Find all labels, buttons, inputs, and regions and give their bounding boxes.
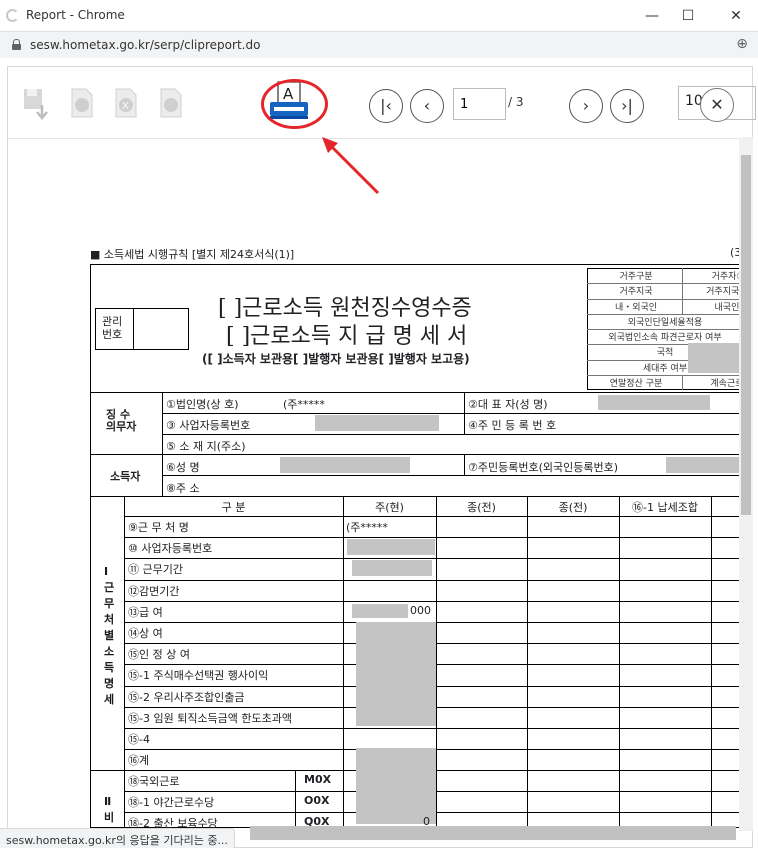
residency-cell: 거주자① / <box>711 272 739 282</box>
pdf-export-icon[interactable] <box>65 87 99 121</box>
status-bar: sesw.hometax.go.kr의 응답을 기다리는 중... <box>0 828 235 848</box>
table-row-label: ⑮-1 주식매수선택권 행사이익 <box>128 669 269 683</box>
close-viewer-button[interactable]: ✕ <box>700 88 734 122</box>
residency-cell: 계속근로① <box>710 378 739 389</box>
earner-name-label: ⑥성 명 <box>166 461 200 474</box>
page-number-input[interactable] <box>453 88 506 120</box>
table-row-label: ⑮-3 임원 퇴직소득금액 한도초과액 <box>128 711 293 725</box>
hwp-export-icon[interactable] <box>154 87 188 121</box>
svg-text:X: X <box>122 101 129 112</box>
salary-value: 000 <box>410 603 431 617</box>
redacted-earner-name <box>280 457 410 473</box>
zoom-icon[interactable]: ⊕ <box>736 36 748 52</box>
address-bar[interactable]: sesw.hometax.go.kr/serp/clipreport.do ⊕ <box>0 32 758 58</box>
redacted-value <box>356 748 436 824</box>
redacted-biz-number <box>315 415 439 431</box>
url-text[interactable]: sesw.hometax.go.kr/serp/clipreport.do <box>30 38 260 52</box>
residency-cell: 거주지국 <box>619 287 653 298</box>
redacted-rep-name <box>598 395 710 410</box>
table-row-label: ⑯계 <box>128 754 150 768</box>
horizontal-scrollbar-thumb[interactable] <box>250 826 736 840</box>
residency-cell: 거주지국코드 <box>706 287 739 298</box>
rep-name-label: ②대 표 자(성 명) <box>468 398 548 411</box>
next-page-button[interactable]: › <box>569 89 603 123</box>
residency-cell: 내・외국인 <box>614 302 658 313</box>
table-header: 주(현) <box>375 501 404 514</box>
redacted-value <box>356 622 436 726</box>
section2-label: Ⅱ 비 <box>104 795 115 824</box>
table-row-label: ⑬급 여 <box>128 605 163 619</box>
row-code: O0X <box>304 794 330 808</box>
earner-address-label: ⑧주 소 <box>166 482 200 495</box>
residency-cell: 외국법인소속 파견근로자 여부 <box>608 333 722 343</box>
lock-icon <box>12 39 21 50</box>
address-label: ⑤ 소 재 지(주소) <box>166 440 246 453</box>
window-titlebar: Report - Chrome — ☐ ✕ <box>0 0 758 32</box>
table-row-label: ⑱-2 출산 보육수당 <box>128 817 218 828</box>
withholder-label: 징 수 의무자 <box>106 408 137 433</box>
rrn-label: ④주 민 등 록 번 호 <box>468 419 557 432</box>
table-row-label: ⑪ 근무기간 <box>128 563 183 577</box>
maximize-button[interactable]: ☐ <box>668 0 708 32</box>
table-row-label: ⑨근 무 처 명 <box>128 521 189 534</box>
residency-cell: 거주구분 <box>619 272 653 282</box>
earner-label: 소득자 <box>110 470 141 483</box>
table-row-label: ⑮-4 <box>128 733 150 746</box>
table-header: 구 분 <box>221 501 246 514</box>
table-row-label: ⑭상 여 <box>128 627 163 640</box>
table-header: 종(전) <box>467 501 496 514</box>
redacted-earner-rrn <box>666 457 739 473</box>
biz-number-label: ③ 사업자등록번호 <box>166 419 251 432</box>
table-row-label: ⑮인 정 상 여 <box>128 648 190 662</box>
excel-export-icon[interactable]: X <box>109 87 143 121</box>
redacted-value <box>352 603 408 618</box>
mgmt-number-label: 관리 번호 <box>102 315 123 341</box>
section1-label: Ⅰ 근 무 처 별 소 득 명 세 <box>104 565 115 706</box>
save-icon[interactable] <box>20 87 54 121</box>
loading-icon <box>6 9 19 22</box>
prev-page-button[interactable]: ‹ <box>410 89 444 123</box>
redacted-value <box>352 560 432 577</box>
earner-rrn-label: ⑦주민등록번호(외국인등록번호) <box>468 461 619 474</box>
tax-document-page: ■ 소득세법 시행규칙 [별지 제24호서식(1)] (3 관리 번호 [ ]근… <box>90 246 739 828</box>
table-row-label: ⑱-1 야간근로수당 <box>128 796 215 810</box>
corp-name-label: ①법인명(상 호) <box>166 398 239 411</box>
close-button[interactable]: ✕ <box>716 0 756 32</box>
table-header: 종(전) <box>558 501 588 514</box>
company-value: (주***** <box>346 521 388 534</box>
table-row-label: ⑩ 사업자등록번호 <box>128 542 213 556</box>
table-row-label: ⑱국외근로 <box>128 775 180 788</box>
residency-cell: 내국인① <box>714 302 739 313</box>
table-header: ⑯-1 납세조합 <box>632 501 698 514</box>
corp-name-value: (주***** <box>283 398 325 411</box>
table-row-label: ⑮-2 우리사주조합인출금 <box>128 690 245 704</box>
table-row-label: ⑫감면기간 <box>128 584 180 598</box>
residency-cell: 외국인단일세율적용 <box>627 317 703 328</box>
form-subtitle: ([ ]소득자 보관용[ ]발행자 보관용[ ]발행자 보고용) <box>202 352 470 366</box>
redacted-nationality <box>688 343 739 373</box>
redacted-value <box>347 539 435 556</box>
last-page-button[interactable]: ›| <box>610 89 644 123</box>
vertical-scrollbar-thumb[interactable] <box>741 155 751 515</box>
viewer-toolbar: X A |‹ ‹ / 3 › ›| 100% ✕ <box>8 67 756 139</box>
first-page-button[interactable]: |‹ <box>369 89 403 123</box>
page-corner-mark: (3 <box>730 246 739 259</box>
residency-cell: 연말정산 구분 <box>609 378 663 389</box>
minimize-button[interactable]: — <box>632 0 672 32</box>
highlight-circle <box>261 79 328 129</box>
annotation-arrow <box>322 137 380 195</box>
page-total: / 3 <box>508 95 524 109</box>
row-code: M0X <box>304 773 332 786</box>
window-title: Report - Chrome <box>26 8 125 22</box>
form-title-2: [ ]근로소득 지 급 명 세 서 <box>226 324 468 349</box>
form-reference: ■ 소득세법 시행규칙 [별지 제24호서식(1)] <box>90 248 295 261</box>
